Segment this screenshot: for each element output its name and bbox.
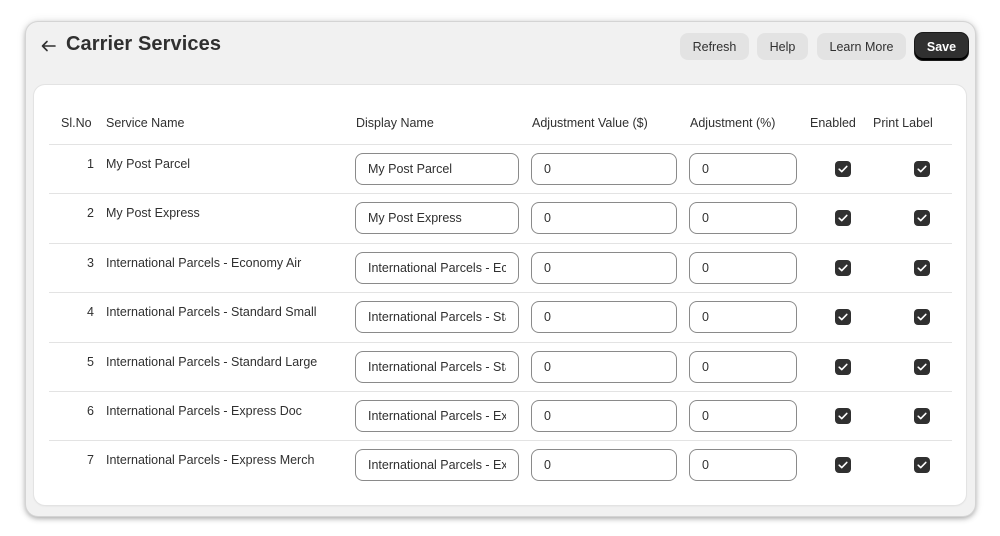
app-window: Carrier Services Refresh Help Learn More… (26, 22, 975, 516)
refresh-button[interactable]: Refresh (680, 33, 749, 60)
enabled-checkbox[interactable] (835, 358, 851, 375)
display-name-input[interactable] (355, 301, 519, 334)
arrow-left-icon[interactable] (39, 37, 57, 55)
checkmark-icon-glyph (838, 313, 848, 321)
adjustment-percent-input[interactable] (689, 350, 797, 383)
display-name-input[interactable] (355, 350, 519, 383)
adjustment-percent-input[interactable] (689, 449, 797, 482)
display-name-input[interactable] (355, 251, 519, 284)
adjustment-value-input[interactable] (531, 400, 677, 432)
display-name-input[interactable] (355, 202, 519, 235)
enabled-checkbox[interactable] (835, 259, 851, 276)
checkmark-icon-glyph (838, 461, 848, 469)
display-name-input[interactable] (355, 153, 519, 185)
checkmark-icon-glyph (917, 363, 927, 370)
enabled-checkbox[interactable] (835, 161, 851, 177)
adjustment-value-input[interactable] (531, 449, 677, 482)
adjustment-percent-input[interactable] (689, 153, 797, 185)
column-header-display-name: Display Name (356, 116, 434, 130)
checkmark-icon-glyph (917, 412, 927, 420)
adjustment-percent-input[interactable] (689, 400, 797, 432)
row-number: 4 (87, 305, 94, 320)
checkmark-icon-glyph (917, 461, 927, 469)
page-title: Carrier Services (66, 33, 222, 55)
help-button[interactable]: Help (757, 33, 808, 60)
service-name: International Parcels - Economy Air (106, 255, 302, 270)
checkmark-icon-glyph (838, 412, 848, 420)
adjustment-value-input[interactable] (531, 350, 677, 383)
column-header-service-name: Service Name (106, 116, 185, 130)
print-label-checkbox[interactable] (914, 358, 930, 375)
service-name: International Parcels - Express Merch (106, 453, 315, 468)
row-number: 1 (87, 157, 94, 171)
print-label-checkbox[interactable] (914, 309, 930, 326)
display-name-input[interactable] (355, 400, 519, 432)
service-name: International Parcels - Standard Large (106, 354, 318, 369)
table-row: 2 My Post Express (49, 193, 952, 242)
checkmark-icon-glyph (917, 264, 927, 272)
row-number: 7 (87, 453, 94, 468)
print-label-checkbox[interactable] (914, 161, 930, 177)
service-name: My Post Express (106, 206, 200, 221)
row-number: 2 (87, 206, 94, 221)
adjustment-value-input[interactable] (531, 301, 677, 334)
save-button[interactable]: Save (915, 33, 968, 60)
column-header-adjustment-percent: Adjustment (%) (690, 116, 776, 130)
print-label-checkbox[interactable] (914, 210, 930, 227)
adjustment-value-input[interactable] (531, 251, 677, 284)
checkmark-icon-glyph (917, 214, 927, 222)
column-header-print-label: Print Label (873, 116, 933, 130)
enabled-checkbox[interactable] (835, 408, 851, 424)
adjustment-percent-input[interactable] (689, 301, 797, 334)
print-label-checkbox[interactable] (914, 408, 930, 424)
learn-more-button[interactable]: Learn More (817, 33, 906, 60)
column-header-enabled: Enabled (810, 116, 856, 130)
checkmark-icon-glyph (917, 165, 927, 173)
table-row: 5 International Parcels - Standard Large (49, 341, 952, 391)
print-label-checkbox[interactable] (914, 457, 930, 474)
checkmark-icon-glyph (838, 363, 848, 370)
checkmark-icon-glyph (838, 264, 848, 272)
enabled-checkbox[interactable] (835, 457, 851, 474)
checkmark-icon-glyph (838, 214, 848, 222)
table-row: 3 International Parcels - Economy Air (49, 242, 952, 292)
enabled-checkbox[interactable] (835, 210, 851, 227)
display-name-input[interactable] (355, 449, 519, 482)
table-row: 1 My Post Parcel (49, 144, 952, 193)
table-row: 6 International Parcels - Express Doc (49, 391, 952, 440)
service-name: My Post Parcel (106, 157, 191, 171)
row-number: 5 (87, 354, 94, 369)
adjustment-percent-input[interactable] (689, 202, 797, 235)
adjustment-percent-input[interactable] (689, 251, 797, 284)
service-name: International Parcels - Standard Small (106, 305, 317, 320)
service-name: International Parcels - Express Doc (106, 404, 302, 418)
row-number: 3 (87, 255, 94, 270)
table-row: 7 International Parcels - Express Merch (49, 440, 952, 489)
column-header-adjustment-value: Adjustment Value ($) (532, 116, 648, 130)
adjustment-value-input[interactable] (531, 153, 677, 185)
enabled-checkbox[interactable] (835, 309, 851, 326)
arrow-left-icon-glyph (41, 40, 56, 52)
adjustment-value-input[interactable] (531, 202, 677, 235)
carrier-services-table-card: Sl.No Service Name Display Name Adjustme… (34, 85, 966, 505)
row-number: 6 (87, 404, 94, 418)
print-label-checkbox[interactable] (914, 259, 930, 276)
checkmark-icon-glyph (838, 165, 848, 173)
column-header-sl-no: Sl.No (61, 116, 92, 130)
checkmark-icon-glyph (917, 313, 927, 321)
page-header: Carrier Services Refresh Help Learn More… (26, 22, 975, 72)
table-row: 4 International Parcels - Standard Small (49, 292, 952, 341)
